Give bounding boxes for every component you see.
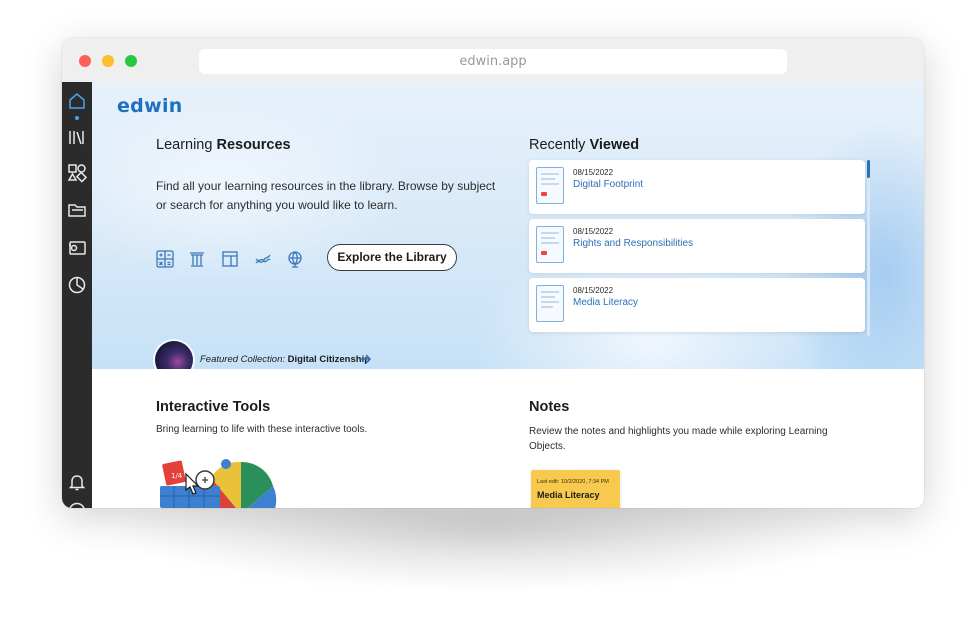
folder-icon[interactable] [66, 199, 88, 221]
hero-section: edwin Learning Resources Find all your l… [92, 82, 924, 369]
edwin-logo[interactable]: edwin [117, 95, 183, 117]
explore-library-button[interactable]: Explore the Library [327, 244, 457, 271]
recent-item-date: 08/15/2022 [573, 286, 614, 295]
shapes-icon[interactable] [66, 162, 88, 184]
close-window-button[interactable] [79, 55, 91, 67]
recent-item[interactable]: 08/15/2022 Media Literacy [529, 278, 865, 332]
recent-item-date: 08/15/2022 [573, 168, 614, 177]
scrollbar-track[interactable] [867, 160, 870, 336]
title-bold: Resources [216, 137, 291, 153]
science-icon[interactable] [252, 248, 274, 270]
browser-titlebar: edwin.app [62, 38, 924, 82]
address-bar[interactable]: edwin.app [199, 49, 787, 74]
notes-title: Notes [529, 399, 569, 415]
bell-icon[interactable] [66, 471, 88, 493]
recent-item-date: 08/15/2022 [573, 227, 614, 236]
reports-icon[interactable] [66, 274, 88, 296]
title-light: Learning [156, 137, 217, 153]
scrollbar-thumb[interactable] [867, 160, 870, 178]
math-icon[interactable] [154, 248, 176, 270]
interactive-tools-illustration[interactable]: 1/4 [156, 456, 286, 508]
note-name: Media Literacy [537, 490, 600, 500]
minimize-window-button[interactable] [102, 55, 114, 67]
featured-collection-image[interactable] [155, 341, 193, 369]
recently-viewed-title: Recently Viewed [529, 137, 639, 153]
featured-label: Featured Collection: [200, 354, 286, 365]
title-bold: Viewed [589, 137, 640, 153]
home-icon[interactable] [66, 90, 88, 112]
library-icon[interactable] [66, 126, 88, 148]
recent-item-name[interactable]: Rights and Responsibilities [573, 238, 693, 249]
learning-resources-title: Learning Resources [156, 137, 291, 153]
world-languages-icon[interactable] [284, 248, 306, 270]
document-thumbnail [536, 285, 564, 322]
notes-description: Review the notes and highlights you made… [529, 426, 828, 452]
document-thumbnail [536, 226, 564, 263]
note-card[interactable]: Last edit: 10/2/2020, 7:34 PM Media Lite… [531, 470, 620, 508]
interactive-tools-title: Interactive Tools [156, 399, 270, 415]
recent-item[interactable]: 08/15/2022 Rights and Responsibilities [529, 219, 865, 273]
social-studies-icon[interactable] [186, 248, 208, 270]
title-light: Recently [529, 137, 590, 153]
interactive-tools-description: Bring learning to life with these intera… [156, 424, 368, 435]
arrow-right-icon[interactable] [358, 353, 372, 365]
active-indicator [75, 116, 79, 120]
browser-window: edwin.app edwin Learning Resources Find … [62, 38, 924, 508]
title-bold: Interactive Tools [156, 399, 271, 415]
recent-item[interactable]: 08/15/2022 Digital Footprint [529, 160, 865, 214]
svg-text:1/4: 1/4 [171, 472, 183, 480]
recently-viewed-list: 08/15/2022 Digital Footprint 08/15/2022 … [529, 160, 870, 336]
note-last-edit: Last edit: 10/2/2020, 7:34 PM [537, 479, 609, 485]
recent-item-name[interactable]: Digital Footprint [573, 179, 643, 190]
learning-resources-description: Find all your learning resources in the … [156, 179, 496, 212]
featured-collection-link[interactable]: Featured Collection: Digital Citizenship [200, 354, 370, 365]
title-bold: Notes [529, 399, 570, 415]
sidebar [62, 82, 92, 508]
document-thumbnail [536, 167, 564, 204]
recent-item-name[interactable]: Media Literacy [573, 297, 638, 308]
ela-icon[interactable] [219, 248, 241, 270]
maximize-window-button[interactable] [125, 55, 137, 67]
tools-icon[interactable] [66, 236, 88, 258]
profile-icon[interactable] [66, 500, 88, 508]
